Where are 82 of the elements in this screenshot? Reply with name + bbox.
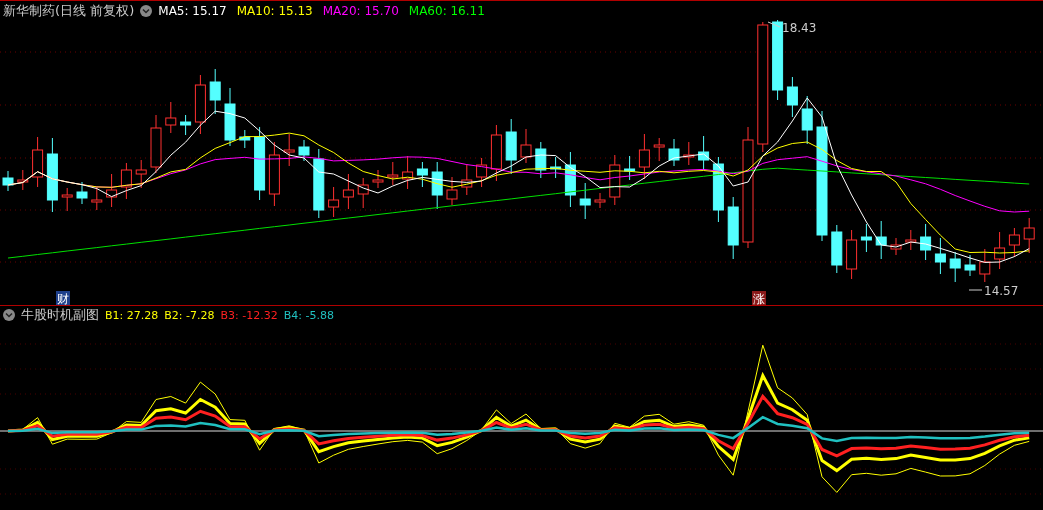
event-badge[interactable]: 涨: [752, 291, 766, 305]
candlestick: [268, 141, 280, 207]
candlestick: [476, 157, 488, 188]
candlestick: [298, 139, 310, 162]
candlestick: [431, 161, 443, 210]
indicator-legend-value: B4: -5.88: [283, 308, 334, 322]
candlestick: [283, 133, 295, 167]
candlestick: [1023, 217, 1035, 254]
candlestick: [831, 224, 843, 274]
candlestick: [875, 220, 887, 260]
ma-legend-value: MA60: 16.11: [408, 3, 485, 18]
candlestick: [846, 229, 858, 280]
dropdown-icon[interactable]: [3, 309, 15, 321]
chart-title: 新华制药(日线 前复权): [3, 1, 135, 20]
candlestick: [624, 155, 636, 181]
indicator-legend-value: B1: 27.28: [105, 308, 159, 322]
candlestick: [224, 87, 236, 147]
candlestick: [61, 187, 73, 212]
candlestick: [91, 186, 103, 211]
candlestick: [17, 169, 29, 191]
candlestick: [357, 177, 369, 209]
candlestick: [150, 114, 162, 174]
indicator-legend-value: B2: -7.28: [164, 308, 215, 322]
candlestick: [920, 223, 932, 261]
low-price-label: 14.57: [984, 284, 1019, 298]
candlestick: [372, 169, 384, 189]
event-badge[interactable]: 财: [56, 291, 70, 305]
candlestick: [194, 74, 206, 135]
leader-line: [968, 289, 983, 291]
leader-line: [767, 21, 781, 28]
candlestick: [387, 161, 399, 186]
candlestick: [653, 137, 665, 162]
candlestick: [32, 136, 44, 188]
candlestick: [135, 159, 147, 189]
indicator-legend-value: B3: -12.32: [220, 308, 278, 322]
candlestick: [120, 162, 132, 200]
candlestick: [801, 95, 813, 145]
candlestick: [461, 163, 473, 196]
candlestick: [550, 156, 562, 179]
candlestick: [520, 128, 532, 164]
candlestick: [994, 231, 1006, 270]
candlestick: [698, 135, 710, 171]
candlestick: [949, 251, 961, 283]
candlestick: [727, 196, 739, 260]
candlestick: [505, 118, 517, 175]
candlestick: [579, 182, 591, 220]
high-price-label: 18.43: [782, 21, 817, 35]
candlestick: [564, 151, 576, 208]
candlestick: [342, 173, 354, 210]
candlestick: [76, 181, 88, 205]
ma-legend-value: MA10: 15.13: [236, 3, 313, 18]
candlestick: [446, 176, 458, 206]
candlestick: [860, 223, 872, 253]
candlestick: [683, 141, 695, 166]
dropdown-icon[interactable]: [140, 4, 153, 17]
candlestick: [209, 68, 221, 115]
candlestick: [934, 237, 946, 275]
candlestick: [106, 173, 118, 208]
candlestick: [979, 248, 991, 283]
candlestick: [402, 155, 414, 190]
candlestick: [786, 76, 798, 118]
candlestick: [638, 133, 650, 180]
candlestick: [668, 138, 680, 167]
candlestick: [609, 154, 621, 206]
candlestick: [328, 186, 340, 218]
candlestick: [165, 101, 177, 134]
ma-legend-value: MA5: 15.17: [158, 3, 227, 18]
candlestick: [712, 156, 724, 223]
ma-legend-value: MA20: 15.70: [322, 3, 399, 18]
indicator-title: 牛股时机副图: [21, 306, 99, 324]
candlestick: [594, 192, 606, 209]
candlestick: [1008, 227, 1020, 258]
candlestick: [2, 170, 14, 192]
candlestick: [313, 148, 325, 219]
candlestick: [490, 124, 502, 182]
candlestick: [905, 229, 917, 251]
candlestick: [239, 129, 251, 149]
candlestick: [535, 141, 547, 179]
candlestick: [964, 254, 976, 277]
candlestick: [180, 114, 192, 136]
candlestick: [890, 237, 902, 256]
candlestick: [416, 161, 428, 188]
